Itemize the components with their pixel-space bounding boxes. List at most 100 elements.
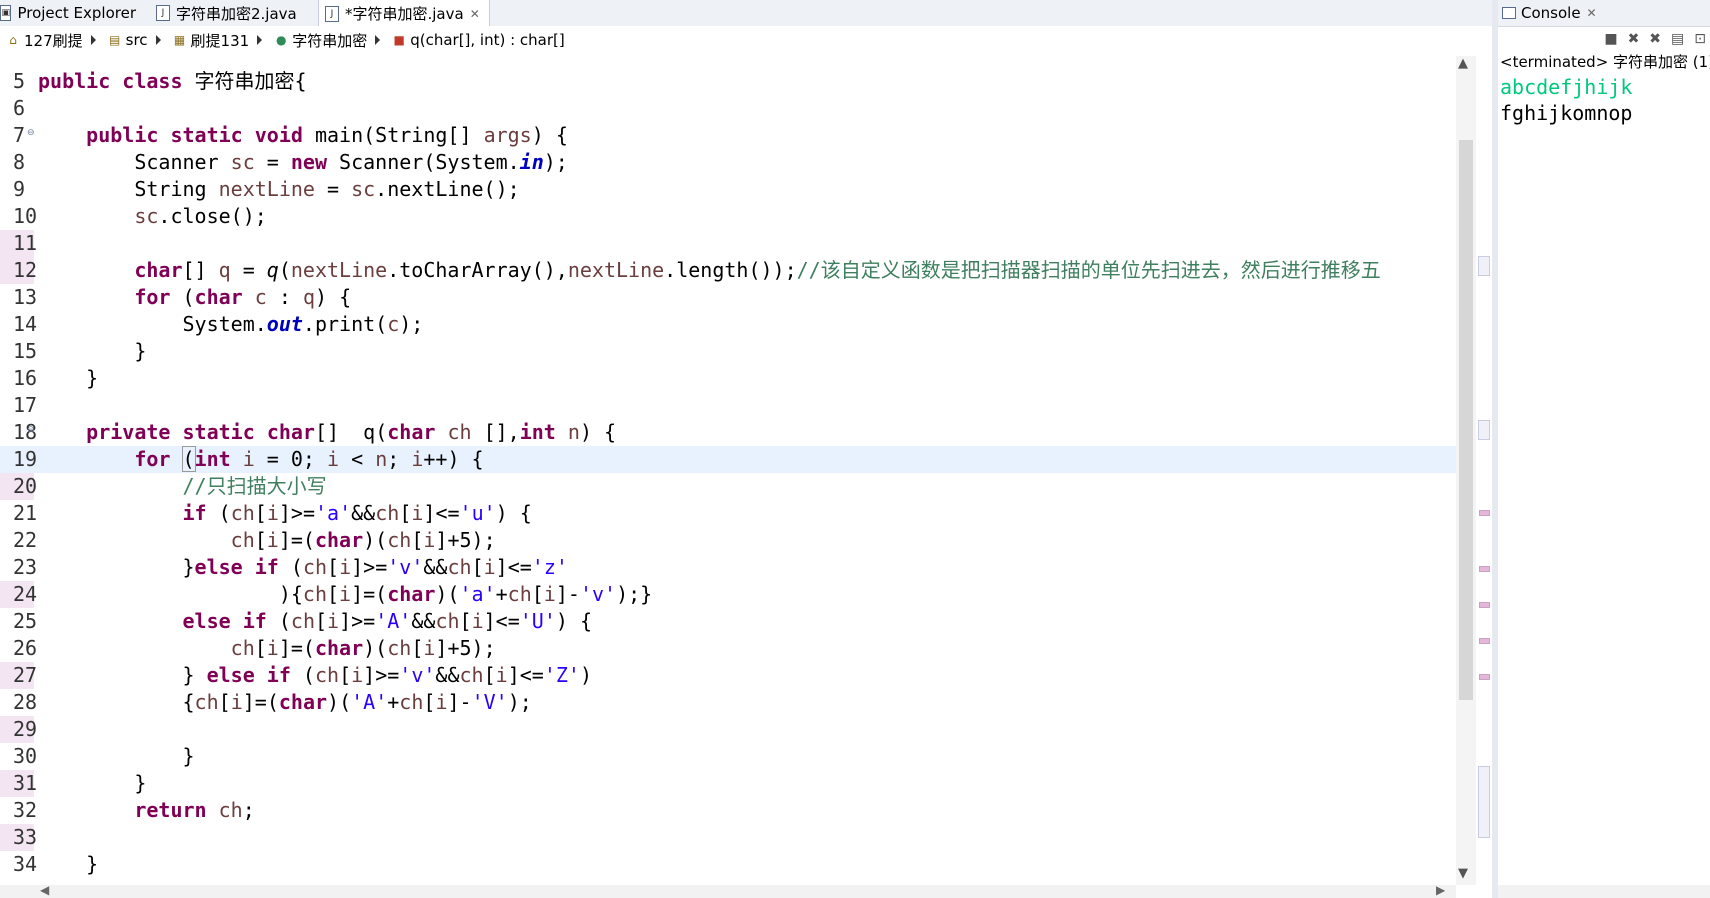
package-icon: ▦ xyxy=(173,33,186,47)
line-number: 11 xyxy=(0,230,37,257)
code-line: 34 } xyxy=(0,851,1456,878)
code-line: 16 } xyxy=(0,365,1456,392)
code-line: 14 System.out.print(c); xyxy=(0,311,1456,338)
breadcrumb-project[interactable]: ⌂ 127刷提 xyxy=(0,30,102,51)
breadcrumb-src[interactable]: ▤ src xyxy=(102,31,167,49)
code-text: } xyxy=(38,339,147,363)
code-line: 33 xyxy=(0,824,1456,851)
code-line: 26 ch[i]=(char)(ch[i]+5); xyxy=(0,635,1456,662)
code-line: 12 char[] q = q(nextLine.toCharArray(),n… xyxy=(0,257,1456,284)
code-line: 25 else if (ch[i]>='A'&&ch[i]<='U') { xyxy=(0,608,1456,635)
tab-file-encrypt2[interactable]: J 字符串加密2.java xyxy=(156,0,326,26)
overview-ruler[interactable] xyxy=(1476,56,1492,885)
breadcrumb-method[interactable]: ■ q(char[], int) : char[] xyxy=(386,31,565,49)
code-line: 30 } xyxy=(0,743,1456,770)
breadcrumb-class[interactable]: ● 字符串加密 xyxy=(268,30,386,51)
code-text: ch[i]=(char)(ch[i]+5); xyxy=(230,528,496,552)
line-number: 32 xyxy=(13,798,38,822)
tab-console[interactable]: Console ✕ xyxy=(1498,0,1710,27)
tab-project-explorer[interactable]: ▣ Project Explorer xyxy=(0,0,136,26)
code-line: 17 xyxy=(0,392,1456,419)
code-text: public class 字符串加密{ xyxy=(38,69,307,93)
code-text: ){ch[i]=(char)('a'+ch[i]-'v');} xyxy=(38,582,653,606)
console-status: <terminated> 字符串加密 (1) [ xyxy=(1500,53,1710,71)
line-number: 27 xyxy=(0,662,37,689)
occurrence-marker[interactable] xyxy=(1479,638,1490,644)
scroll-down-icon[interactable]: ▼ xyxy=(1458,866,1468,881)
line-number: 29 xyxy=(0,716,37,743)
occurrence-marker[interactable] xyxy=(1479,566,1490,572)
remove-launch-icon[interactable]: ✖ xyxy=(1628,31,1640,47)
close-icon[interactable]: ✕ xyxy=(470,7,480,21)
line-number: 17 xyxy=(13,393,38,417)
code-text: char[] q = q(nextLine.toCharArray(),next… xyxy=(134,258,1381,282)
line-number: 14 xyxy=(13,312,38,336)
scrollbar-thumb[interactable] xyxy=(1459,140,1473,700)
code-line: 15 } xyxy=(0,338,1456,365)
breadcrumb-package[interactable]: ▦ 刷提131 xyxy=(167,30,269,51)
class-icon: ● xyxy=(275,33,287,47)
occurrence-marker[interactable] xyxy=(1479,674,1490,680)
line-number: 26 xyxy=(13,636,38,660)
console-output-line: fghijkomnop xyxy=(1500,101,1633,125)
tab-label: Project Explorer xyxy=(17,4,136,22)
code-line: 10 sc.close(); xyxy=(0,203,1456,230)
source-folder-icon: ▤ xyxy=(108,33,121,47)
code-line: 27 } else if (ch[i]>='v'&&ch[i]<='Z') xyxy=(0,662,1456,689)
code-text: else if (ch[i]>='A'&&ch[i]<='U') { xyxy=(182,609,593,633)
clear-console-icon[interactable]: ▤ xyxy=(1671,31,1684,47)
project-icon: ⌂ xyxy=(9,33,17,47)
code-editor[interactable]: 5 public class 字符串加密{ 6 7 ⊖ public stati… xyxy=(0,56,1456,885)
code-line: 22 ch[i]=(char)(ch[i]+5); xyxy=(0,527,1456,554)
occurrence-marker[interactable] xyxy=(1478,256,1490,276)
occurrence-marker[interactable] xyxy=(1478,420,1490,440)
scroll-right-icon[interactable]: ▶ xyxy=(1436,883,1445,897)
code-text: } xyxy=(38,744,195,768)
java-file-icon: J xyxy=(325,5,339,22)
tab-file-encrypt[interactable]: J *字符串加密.java ✕ xyxy=(318,0,490,27)
scroll-lock-icon[interactable]: ⊡ xyxy=(1694,31,1706,47)
line-number: 28 xyxy=(13,690,38,714)
occurrence-marker[interactable] xyxy=(1478,766,1490,838)
line-number: 9 xyxy=(13,177,26,201)
java-file-icon: J xyxy=(156,5,170,21)
code-line: 23 }else if (ch[i]>='v'&&ch[i]<='z' xyxy=(0,554,1456,581)
occurrence-marker[interactable] xyxy=(1479,510,1490,516)
code-line: 9 String nextLine = sc.nextLine(); xyxy=(0,176,1456,203)
code-text: } xyxy=(38,366,99,390)
code-line: 8 Scanner sc = new Scanner(System.in); xyxy=(0,149,1456,176)
line-number: 6 xyxy=(13,96,26,120)
code-line: 5 public class 字符串加密{ xyxy=(0,68,1456,95)
method-icon: ■ xyxy=(393,33,405,47)
console-horizontal-scrollbar[interactable] xyxy=(1498,885,1710,898)
fold-toggle-icon[interactable]: ⊖ xyxy=(27,128,35,138)
code-text: private static char[] q(char ch [],int n… xyxy=(86,420,617,444)
fold-toggle-icon[interactable]: ⊖ xyxy=(27,425,35,435)
close-icon[interactable]: ✕ xyxy=(1587,6,1597,20)
code-text: for (int i = 0; i < n; i++) { xyxy=(134,446,484,472)
occurrence-marker[interactable] xyxy=(1479,602,1490,608)
code-text: } xyxy=(38,852,99,876)
line-number: 24 xyxy=(0,581,37,608)
code-line: 7 ⊖ public static void main(String[] arg… xyxy=(0,122,1456,149)
folder-icon: ▣ xyxy=(0,5,12,21)
tab-label: *字符串加密.java xyxy=(345,5,464,23)
line-number: 12 xyxy=(0,257,37,284)
editor-horizontal-scrollbar[interactable]: ◀ ▶ xyxy=(0,883,1456,898)
chevron-right-icon xyxy=(90,35,96,45)
scroll-left-icon[interactable]: ◀ xyxy=(40,883,49,897)
code-text: ch[i]=(char)(ch[i]+5); xyxy=(230,636,496,660)
code-line: 32 return ch; xyxy=(0,797,1456,824)
remove-all-icon[interactable]: ✖ xyxy=(1649,31,1661,47)
scroll-up-icon[interactable]: ▲ xyxy=(1458,56,1468,71)
line-number: 20 xyxy=(0,473,37,500)
line-number: 19 xyxy=(13,447,38,471)
line-number: 23 xyxy=(13,555,38,579)
code-text: } xyxy=(38,771,147,795)
code-line: 13 for (char c : q) { xyxy=(0,284,1456,311)
code-line: 6 xyxy=(0,95,1456,122)
code-line: 28 {ch[i]=(char)('A'+ch[i]-'V'); xyxy=(0,689,1456,716)
breadcrumb: ⌂ 127刷提 ▤ src ▦ 刷提131 ● 字符串加密 ■ q(char[]… xyxy=(0,26,1492,54)
terminate-icon[interactable]: ■ xyxy=(1604,31,1617,47)
code-line: 20 //只扫描大小写 xyxy=(0,473,1456,500)
